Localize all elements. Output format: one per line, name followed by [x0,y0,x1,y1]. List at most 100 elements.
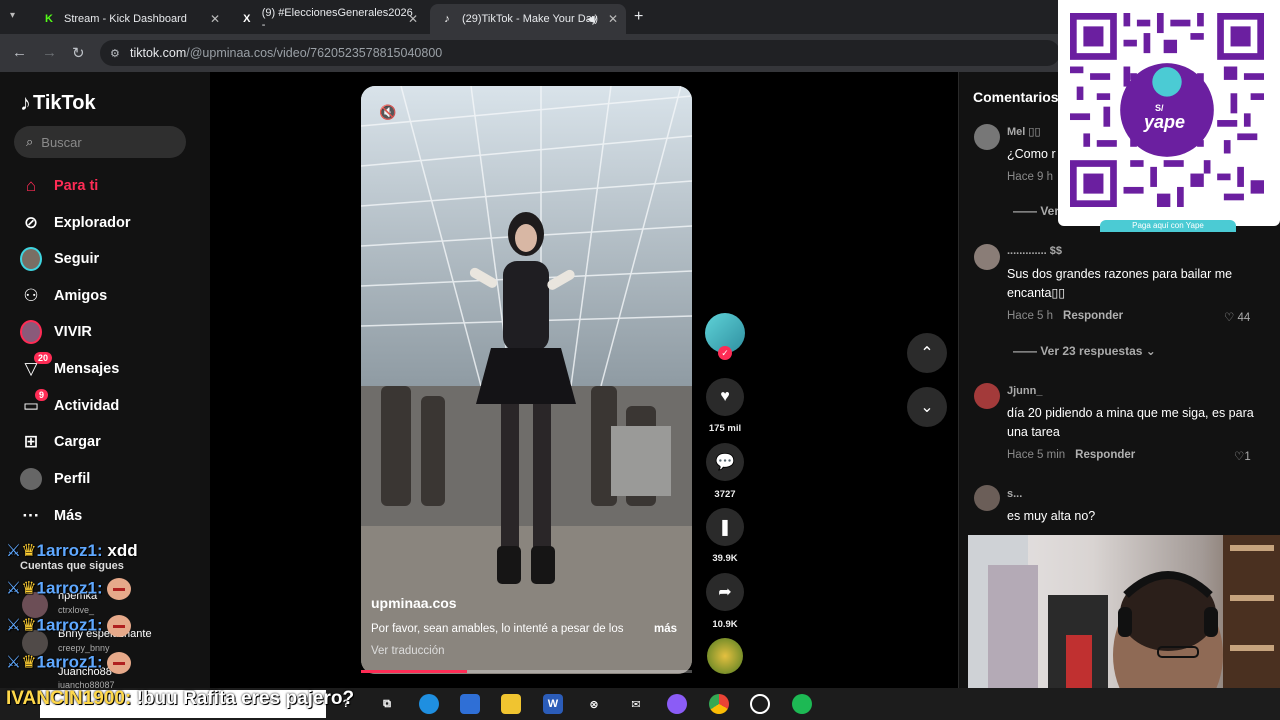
sidebar-item-label: Amigos [54,288,108,304]
sidebar-item-actividad[interactable]: ▭ 9 Actividad [20,389,119,419]
comments-title: Comentarios [973,89,1059,105]
sword-icon: ⚔ [6,541,22,560]
close-icon[interactable]: ✕ [210,12,220,26]
video-progress-bar[interactable] [361,670,692,673]
comment-like-count: 44 [1237,312,1251,324]
new-tab-button[interactable]: + [634,8,643,26]
comment-text: Sus dos grandes razones para bailar me e… [1007,267,1233,300]
close-icon[interactable]: ✕ [408,12,418,26]
tiktok-logo[interactable]: ♪ TikTok [20,90,96,116]
comment-like[interactable]: ♡ 44 [1224,310,1250,324]
crown-icon: ♛ [21,541,37,560]
back-icon[interactable]: ← [12,44,27,61]
comment-author[interactable]: ............. $$ [1007,245,1062,257]
sidebar-item-vivir[interactable]: VIVIR [20,319,92,345]
sidebar-item-perfil[interactable]: Perfil [20,466,90,492]
forward-icon[interactable]: → [42,44,57,61]
video-frame [361,86,692,674]
previous-video-button[interactable]: ⌃ [907,333,947,373]
sidebar-item-seguir[interactable]: Seguir [20,246,99,272]
mail-icon[interactable]: ✉ [626,694,646,714]
translate-link[interactable]: Ver traducción [371,645,445,657]
yape-pay-label: Paga aquí con Yape [1100,220,1236,232]
comment-button[interactable]: 💬 [706,443,744,481]
audio-icon[interactable]: ◀) [587,14,598,25]
view-replies-link[interactable]: —— Ver 23 respuestas ⌄ [1013,344,1156,358]
obs-icon[interactable] [750,694,770,714]
chat-text: !buu Rafita eres pajero? [136,688,355,709]
sword-icon: ⚔ [6,652,22,672]
search-input[interactable]: ⌕ Buscar [14,126,186,158]
avatar[interactable] [974,383,1000,409]
heart-outline-icon: ♡ [1234,451,1245,463]
messenger-icon[interactable] [667,694,687,714]
url-field[interactable]: ⚙ tiktok.com/@upminaa.cos/video/76205235… [100,40,1060,66]
yape-logo: yape [1144,112,1186,132]
like-button[interactable]: ♥ [706,378,744,416]
comment-author[interactable]: s... [1007,488,1022,500]
face-emote-icon [106,615,131,637]
share-count: 10.9K [712,619,738,630]
music-disc-icon[interactable] [707,638,743,674]
chrome-icon[interactable] [709,694,729,714]
messages-icon: ▽ 20 [20,352,52,380]
view-replies-link[interactable]: —— Ver [1013,204,1059,218]
edge-icon[interactable] [419,694,439,714]
tab-kick[interactable]: K Stream - Kick Dashboard ✕ [32,4,228,34]
task-view-icon[interactable]: ⧉ [377,694,397,714]
chat-user: 1arroz1: [36,578,103,598]
tiktok-note-icon: ♪ [20,90,31,115]
sword-icon: ⚔ [6,615,22,635]
next-video-button[interactable]: ⌄ [907,387,947,427]
more-icon: ··· [22,506,40,525]
sidebar-item-mas[interactable]: ··· Más [20,503,83,529]
sidebar-item-explorador[interactable]: ⊘ Explorador [20,210,131,236]
face-emote-icon [106,578,131,600]
word-icon[interactable]: W [543,694,563,714]
activity-icon: ▭ 9 [20,389,48,417]
avatar[interactable] [974,244,1000,270]
comment-text: día 20 pidiendo a mina que me siga, es p… [1007,406,1254,439]
crown-icon: ♛ [21,578,37,598]
follow-check-icon[interactable]: ✓ [718,346,732,360]
sidebar-item-label: Más [54,508,83,524]
comment-author[interactable]: Mel ▯▯ [1007,125,1041,138]
sidebar-item-mensajes[interactable]: ▽ 20 Mensajes [20,352,119,382]
sidebar-item-para-ti[interactable]: ⌂ Para ti [20,173,98,199]
comment-like[interactable]: ♡1 [1234,449,1251,463]
reply-button[interactable]: Responder [1063,310,1123,322]
video-username[interactable]: upminaa.cos [371,595,457,611]
tab-search-icon[interactable]: ▾ [10,10,15,21]
close-icon[interactable]: ✕ [608,12,618,26]
search-icon: ⌕ [26,134,34,149]
tab-tiktok[interactable]: ♪ (29)TikTok - Make Your Day ◀) ✕ [430,4,626,34]
sidebar-item-label: Explorador [54,215,131,231]
sidebar-item-amigos[interactable]: ⚇ Amigos [20,283,107,309]
tab-title: (29)TikTok - Make Your Day [462,13,598,25]
sidebar-item-cargar[interactable]: ⊞ Cargar [20,429,101,455]
comment-meta: Hace 5 min Responder [1007,449,1135,461]
reply-button[interactable]: Responder [1075,449,1135,461]
following-handle: ctrxlove_ [58,605,95,615]
comment-time: Hace 9 h [1007,171,1054,183]
x-icon: X [243,13,251,25]
comment-count: 3727 [714,489,736,500]
avatar[interactable] [974,124,1000,150]
comment-author[interactable]: Jjunn_ [1007,385,1042,397]
save-count: 39.9K [712,553,738,564]
tab-x[interactable]: X (9) #EleccionesGenerales2026 - ✕ [230,4,426,34]
more-link[interactable]: más [654,623,677,635]
muted-speaker-icon[interactable]: 🔇 [379,104,396,121]
xbox-icon[interactable]: ⊗ [584,694,604,714]
comment-like-count: 1 [1244,451,1251,463]
spotify-icon[interactable] [792,694,812,714]
site-info-icon[interactable]: ⚙ [110,47,120,60]
video-progress-fill [361,670,467,673]
file-explorer-icon[interactable] [501,694,521,714]
reload-icon[interactable]: ↻ [72,44,85,62]
store-icon[interactable] [460,694,480,714]
share-button[interactable]: ➦ [706,573,744,611]
video-player[interactable]: 🔇 [361,86,692,674]
save-button[interactable]: ❚ [706,508,744,546]
avatar[interactable] [974,485,1000,511]
